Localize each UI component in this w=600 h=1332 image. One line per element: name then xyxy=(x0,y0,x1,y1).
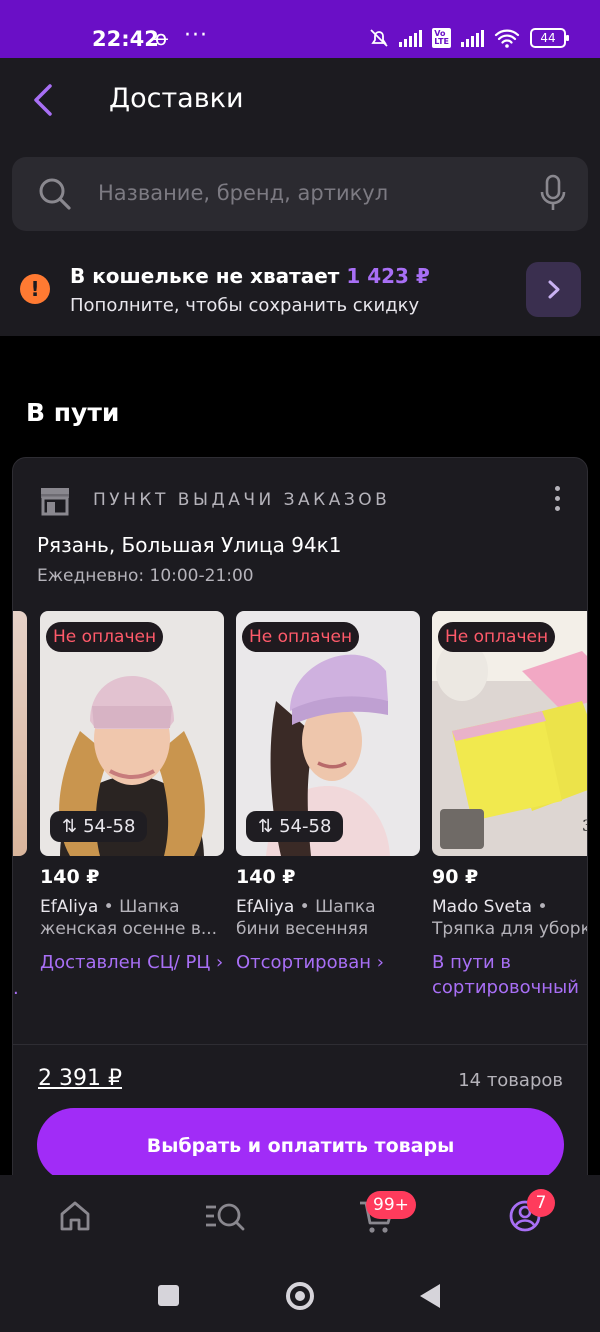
signal-icon-2 xyxy=(461,29,484,47)
status-bar: 22:42 ꝋ ··· Vo LTE 44 xyxy=(0,0,600,58)
wallet-message: В кошельке не хватает 1 423 ₽ xyxy=(70,264,430,288)
svg-text:30x: 30x xyxy=(582,816,588,835)
product-description: Mado Sveta • Тряпка для уборки xyxy=(432,896,588,940)
bottom-tab-bar: 99+ 7 xyxy=(0,1175,600,1257)
section-title: В пути xyxy=(26,398,120,427)
product-card[interactable]: 30x Не оплачен 90 ₽ Mado Sveta • Тряпка … xyxy=(432,611,588,1000)
product-name: Тряпка для уборки xyxy=(432,919,588,939)
product-image[interactable]: 30x Не оплачен xyxy=(432,611,588,856)
system-nav-bar xyxy=(0,1257,600,1332)
product-card[interactable]: Не оплачен ⇅ 54-58 140 ₽ EfAliya • Шапка … xyxy=(236,611,420,975)
battery-icon: 44 xyxy=(530,28,569,48)
volte-icon: Vo LTE xyxy=(432,28,451,48)
page-title: Доставки xyxy=(109,83,244,114)
product-status-link[interactable]: Доставлен СЦ/ РЦ › xyxy=(40,950,224,975)
order-item-count: 14 товаров xyxy=(458,1070,563,1091)
unpaid-badge: Не оплачен xyxy=(438,622,556,652)
chevron-right-icon xyxy=(548,280,560,299)
back-arrow-icon[interactable] xyxy=(30,82,58,118)
product-brand: EfAliya xyxy=(236,897,295,917)
home-icon[interactable] xyxy=(58,1199,92,1233)
size-chip: ⇅ 54-58 xyxy=(50,811,148,842)
search-icon xyxy=(39,178,71,210)
product-image-partial[interactable] xyxy=(13,611,27,856)
order-total[interactable]: 2 391 ₽ xyxy=(38,1066,122,1091)
microphone-icon[interactable] xyxy=(540,174,566,212)
product-status-link[interactable]: Отсортирован › xyxy=(236,950,420,975)
search-placeholder: Название, бренд, артикул xyxy=(98,181,389,205)
product-image[interactable]: Не оплачен ⇅ 54-58 xyxy=(40,611,224,856)
status-icons: Vo LTE 44 xyxy=(369,28,569,48)
select-and-pay-button[interactable]: Выбрать и оплатить товары xyxy=(37,1108,564,1182)
signal-icon xyxy=(399,29,423,47)
product-description: EfAliya • Шапка бини весенняя xyxy=(236,897,376,939)
search-input[interactable]: Название, бренд, артикул xyxy=(12,157,588,231)
product-brand: EfAliya xyxy=(40,897,99,917)
size-chip: ⇅ 54-58 xyxy=(246,811,344,842)
size-icon: ⇅ xyxy=(62,816,78,837)
catalog-search-icon[interactable] xyxy=(204,1199,246,1233)
product-status-link[interactable]: В пути в сортировочный xyxy=(432,950,587,1000)
unpaid-badge: Не оплачен xyxy=(46,622,164,652)
profile-badge: 7 xyxy=(527,1189,555,1217)
product-card[interactable]: Не оплачен ⇅ 54-58 140 ₽ EfAliya • Шапка … xyxy=(40,611,224,975)
product-description: EfAliya • Шапка женская осенне в... xyxy=(40,897,218,939)
product-brand: Mado Sveta xyxy=(432,897,533,917)
status-time: 22:42 xyxy=(92,27,159,51)
wallet-banner[interactable]: ! В кошельке не хватает 1 423 ₽ Пополнит… xyxy=(0,244,600,336)
wifi-icon xyxy=(494,29,520,48)
mute-icon xyxy=(370,29,388,47)
wallet-go-button[interactable] xyxy=(526,262,581,317)
product-price: 90 ₽ xyxy=(432,866,479,888)
status-fragment: . xyxy=(13,978,19,999)
wallet-amount: 1 423 ₽ xyxy=(346,264,430,288)
home-button-icon[interactable] xyxy=(286,1282,314,1310)
product-price: 140 ₽ xyxy=(40,866,100,888)
pickup-type-label: ПУНКТ ВЫДАЧИ ЗАКАЗОВ xyxy=(93,490,391,510)
cart-badge: 99+ xyxy=(366,1191,416,1219)
wallet-hint: Пополните, чтобы сохранить скидку xyxy=(70,295,420,316)
warning-icon: ! xyxy=(20,274,50,304)
pickup-hours: Ежедневно: 10:00-21:00 xyxy=(37,566,254,586)
unpaid-badge: Не оплачен xyxy=(242,622,360,652)
odnoklassniki-icon: ꝋ xyxy=(154,26,169,50)
delivery-card: ПУНКТ ВЫДАЧИ ЗАКАЗОВ Рязань, Большая Ули… xyxy=(12,457,588,1197)
product-image[interactable]: Не оплачен ⇅ 54-58 xyxy=(236,611,420,856)
recent-apps-icon[interactable] xyxy=(158,1285,179,1306)
back-icon[interactable] xyxy=(420,1284,440,1308)
store-icon xyxy=(41,488,69,516)
pickup-address: Рязань, Большая Улица 94к1 xyxy=(37,533,342,557)
size-icon: ⇅ xyxy=(258,816,274,837)
product-price: 140 ₽ xyxy=(236,866,296,888)
divider xyxy=(13,1044,587,1045)
more-options-icon[interactable] xyxy=(555,486,561,516)
more-notifications-icon: ··· xyxy=(184,23,208,48)
